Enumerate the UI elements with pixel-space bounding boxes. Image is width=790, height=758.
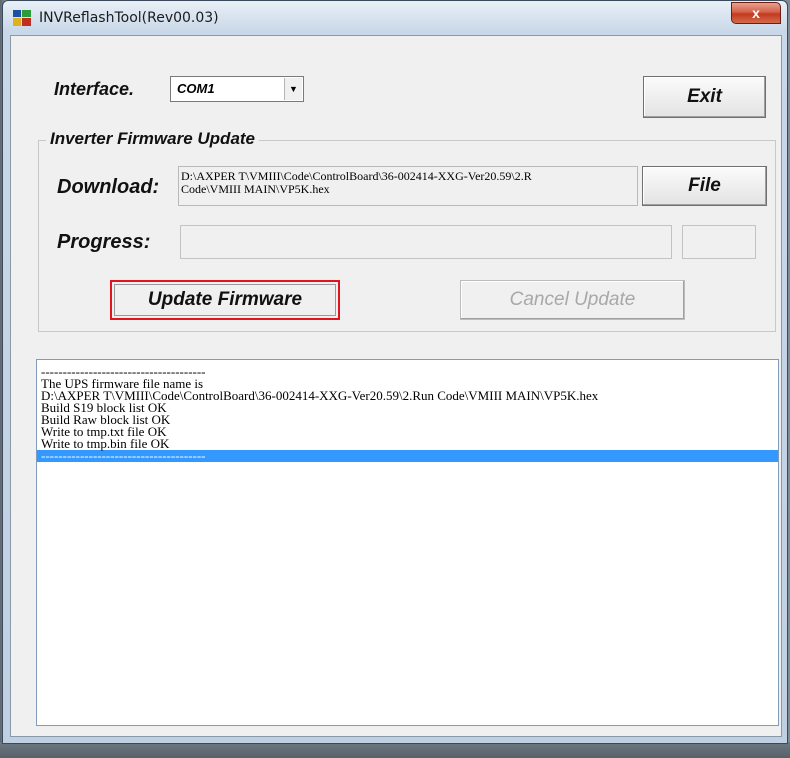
log-line[interactable]: -------------------------------------- [37,449,778,462]
download-path-line: D:\AXPER T\VMIII\Code\ControlBoard\36-00… [181,170,532,183]
exit-button[interactable]: Exit [643,76,766,118]
client-area: Interface. COM1 ▼ Exit Inverter Firmware… [10,35,782,737]
firmware-update-group-title: Inverter Firmware Update [46,129,260,149]
close-icon: x [752,5,760,21]
log-listbox[interactable]: -------------------------------------- Th… [36,359,779,726]
download-label: Download: [57,176,160,198]
exit-button-label: Exit [687,86,722,107]
app-window: INVReflashTool(Rev00.03) x Interface. CO… [2,0,788,744]
window-title: INVReflashTool(Rev00.03) [39,10,219,26]
file-button-label: File [688,175,721,196]
interface-selected-value: COM1 [177,81,215,96]
desktop-background-bottom [0,742,790,758]
app-icon [13,10,31,26]
download-path-field: D:\AXPER T\VMIII\Code\ControlBoard\36-00… [178,166,638,206]
title-bar[interactable]: INVReflashTool(Rev00.03) x [3,1,787,35]
chevron-down-icon[interactable]: ▼ [284,78,302,100]
cancel-update-button[interactable]: Cancel Update [460,280,685,320]
interface-select[interactable]: COM1 ▼ [170,76,304,102]
cancel-update-button-label: Cancel Update [509,289,636,310]
interface-label: Interface. [54,79,135,99]
file-button[interactable]: File [642,166,767,206]
update-firmware-highlight [110,280,340,320]
progress-label: Progress: [57,231,151,253]
close-button[interactable]: x [731,2,781,24]
download-path-line: Code\VMIII MAIN\VP5K.hex [181,183,330,196]
progress-bar [180,225,672,259]
progress-percent-box [682,225,756,259]
